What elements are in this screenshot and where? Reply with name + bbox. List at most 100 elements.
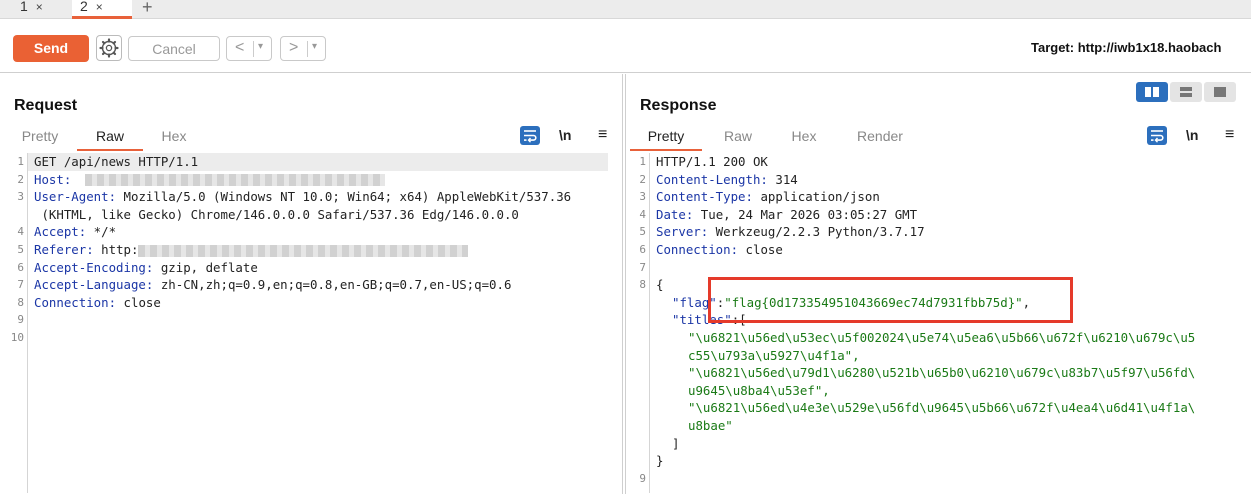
- line-number: 4: [639, 207, 646, 221]
- line-number: 5: [639, 225, 646, 239]
- code-line: Accept-Encoding: gzip, deflate: [34, 259, 258, 277]
- tab-strip: 1 × 2 × +: [0, 0, 1251, 19]
- tab-pretty[interactable]: Pretty: [4, 127, 76, 151]
- wrap-icon: [524, 130, 537, 143]
- header-value: close: [116, 294, 161, 310]
- show-newlines-toggle[interactable]: \n: [559, 127, 571, 143]
- line-number: 4: [17, 225, 24, 239]
- add-tab-button[interactable]: +: [142, 0, 153, 18]
- line-number: 8: [17, 295, 24, 309]
- panel-title: Response: [640, 97, 717, 114]
- header-value: close: [738, 242, 783, 257]
- layout-side-by-side-button[interactable]: [1136, 82, 1168, 102]
- code-line: GET /api/news HTTP/1.1: [34, 154, 199, 169]
- layout-switcher: [1136, 82, 1236, 102]
- json-string: "\u6821\u56ed\u79d1\u6280\u521b\u65b0\u6…: [688, 365, 1196, 381]
- line-number: 8: [639, 278, 646, 292]
- rows-icon: [1180, 87, 1192, 97]
- header-name: Content-Length:: [656, 171, 768, 187]
- tab-pretty[interactable]: Pretty: [630, 127, 702, 151]
- target-label[interactable]: Target: http://iwb1x18.haobach: [1031, 40, 1221, 55]
- divider: [253, 41, 254, 57]
- redacted-value: [84, 174, 385, 187]
- send-button[interactable]: Send: [13, 35, 89, 62]
- line-number: 6: [639, 243, 646, 256]
- code-line: Referer: http:: [34, 241, 469, 259]
- code-line: Content-Length: 314: [656, 171, 798, 189]
- line-number: 1: [17, 155, 24, 168]
- code-line: Accept-Language: zh-CN,zh;q=0.9,en;q=0.8…: [34, 276, 511, 294]
- settings-button[interactable]: [96, 35, 122, 61]
- header-name: Accept:: [34, 224, 87, 240]
- close-icon[interactable]: ×: [36, 0, 43, 14]
- layout-single-button[interactable]: [1204, 82, 1236, 102]
- single-panel-icon: [1214, 87, 1226, 97]
- header-value: */*: [86, 224, 117, 240]
- header-name: Accept-Language:: [34, 277, 154, 293]
- json-string: c55\u793a\u5927\u4f1a",: [688, 347, 860, 363]
- request-editor[interactable]: 1 GET /api/news HTTP/1.1 2 Host: 3 User-Age…: [6, 153, 618, 493]
- request-editor-tools: \n ≡: [520, 126, 620, 146]
- header-name: Host:: [34, 171, 72, 187]
- chevron-down-icon[interactable]: ▾: [258, 36, 263, 58]
- divider: [307, 41, 308, 57]
- response-panel: Response Pretty Raw Hex Render \n ≡ 1 HTT…: [625, 74, 1251, 494]
- header-value: 314: [767, 171, 798, 187]
- header-name: Connection:: [34, 294, 117, 310]
- json-open-brace: {: [656, 277, 664, 293]
- line-number: 6: [17, 260, 24, 274]
- request-panel: Request Pretty Raw Hex \n ≡ 1 GET /api/ne…: [0, 74, 623, 494]
- line-number: 1: [639, 155, 646, 168]
- highlight-annotation-box: [708, 277, 1073, 323]
- line-number: 3: [639, 190, 646, 204]
- tab-label: 2: [80, 0, 88, 14]
- tab-raw[interactable]: Raw: [705, 127, 771, 151]
- header-value: Tue, 24 Mar 2026 03:05:27 GMT: [693, 206, 918, 222]
- json-string: "\u6821\u56ed\u4e3e\u529e\u56fd\u9645\u5…: [688, 400, 1196, 416]
- code-line: Content-Type: application/json: [656, 188, 880, 206]
- tab-1[interactable]: 1 ×: [12, 0, 60, 19]
- panel-title: Request: [14, 97, 78, 114]
- header-value: http:: [93, 242, 139, 257]
- close-icon[interactable]: ×: [96, 0, 103, 14]
- back-button[interactable]: < ▾: [226, 36, 272, 61]
- header-name: Date:: [656, 206, 694, 222]
- show-newlines-toggle[interactable]: \n: [1186, 127, 1198, 143]
- line-number: 2: [639, 172, 646, 186]
- tab-hex[interactable]: Hex: [774, 127, 834, 151]
- tab-render[interactable]: Render: [840, 127, 920, 151]
- wrap-lines-toggle[interactable]: [1147, 126, 1167, 145]
- header-value: zh-CN,zh;q=0.9,en;q=0.8,en-GB;q=0.7,en-U…: [153, 277, 512, 293]
- json-string: "\u6821\u56ed\u53ec\u5f002024\u5e74\u5ea…: [688, 330, 1196, 345]
- layout-stacked-button[interactable]: [1170, 82, 1202, 102]
- chevron-down-icon[interactable]: ▾: [312, 36, 317, 58]
- response-editor-tools: \n ≡: [1147, 126, 1247, 146]
- header-name: Server:: [656, 224, 709, 240]
- header-name: Connection:: [656, 242, 739, 257]
- forward-button[interactable]: > ▾: [280, 36, 326, 61]
- header-value: Mozilla/5.0 (Windows NT 10.0; Win64; x64…: [116, 189, 572, 205]
- menu-icon[interactable]: ≡: [1225, 126, 1234, 144]
- chevron-right-icon: >: [289, 39, 299, 56]
- tab-raw[interactable]: Raw: [77, 127, 143, 151]
- header-name: Accept-Encoding:: [34, 259, 154, 275]
- header-value: application/json: [752, 189, 880, 205]
- tab-label: 1: [20, 0, 28, 14]
- tab-2[interactable]: 2 ×: [72, 0, 132, 19]
- json-string: u9645\u8ba4\u53ef",: [688, 382, 830, 398]
- cancel-button[interactable]: Cancel: [128, 36, 220, 61]
- toolbar: Send Cancel < ▾ > ▾ Target: http://iwb1x…: [0, 19, 1251, 73]
- menu-icon[interactable]: ≡: [598, 126, 607, 144]
- response-editor[interactable]: 1 HTTP/1.1 200 OK 2 Content-Length: 314 3C…: [628, 153, 1250, 493]
- line-number: 9: [17, 313, 24, 327]
- tab-hex[interactable]: Hex: [144, 127, 204, 151]
- line-number: 7: [639, 260, 646, 274]
- header-value: [71, 172, 78, 187]
- header-name: User-Agent:: [34, 189, 117, 205]
- header-name: Content-Type:: [656, 189, 753, 205]
- line-number: 5: [17, 243, 24, 256]
- code-line: Accept: */*: [34, 223, 116, 241]
- wrap-lines-toggle[interactable]: [520, 126, 540, 145]
- code-line: Date: Tue, 24 Mar 2026 03:05:27 GMT: [656, 206, 917, 224]
- code-line: Connection: close: [34, 294, 161, 312]
